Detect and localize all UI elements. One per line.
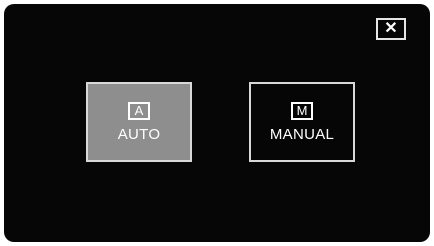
auto-mode-button[interactable]: A AUTO	[86, 82, 192, 162]
manual-icon: M	[291, 101, 313, 120]
auto-label: AUTO	[117, 125, 161, 143]
mode-select-screen: ✕ A AUTO M MANUAL	[4, 4, 430, 242]
close-button[interactable]: ✕	[376, 18, 406, 40]
close-icon: ✕	[384, 20, 398, 37]
auto-icon-letter: A	[134, 103, 144, 118]
manual-mode-button[interactable]: M MANUAL	[249, 82, 355, 162]
manual-icon-letter: M	[296, 103, 308, 118]
manual-label: MANUAL	[269, 125, 335, 143]
auto-icon: A	[128, 101, 150, 120]
